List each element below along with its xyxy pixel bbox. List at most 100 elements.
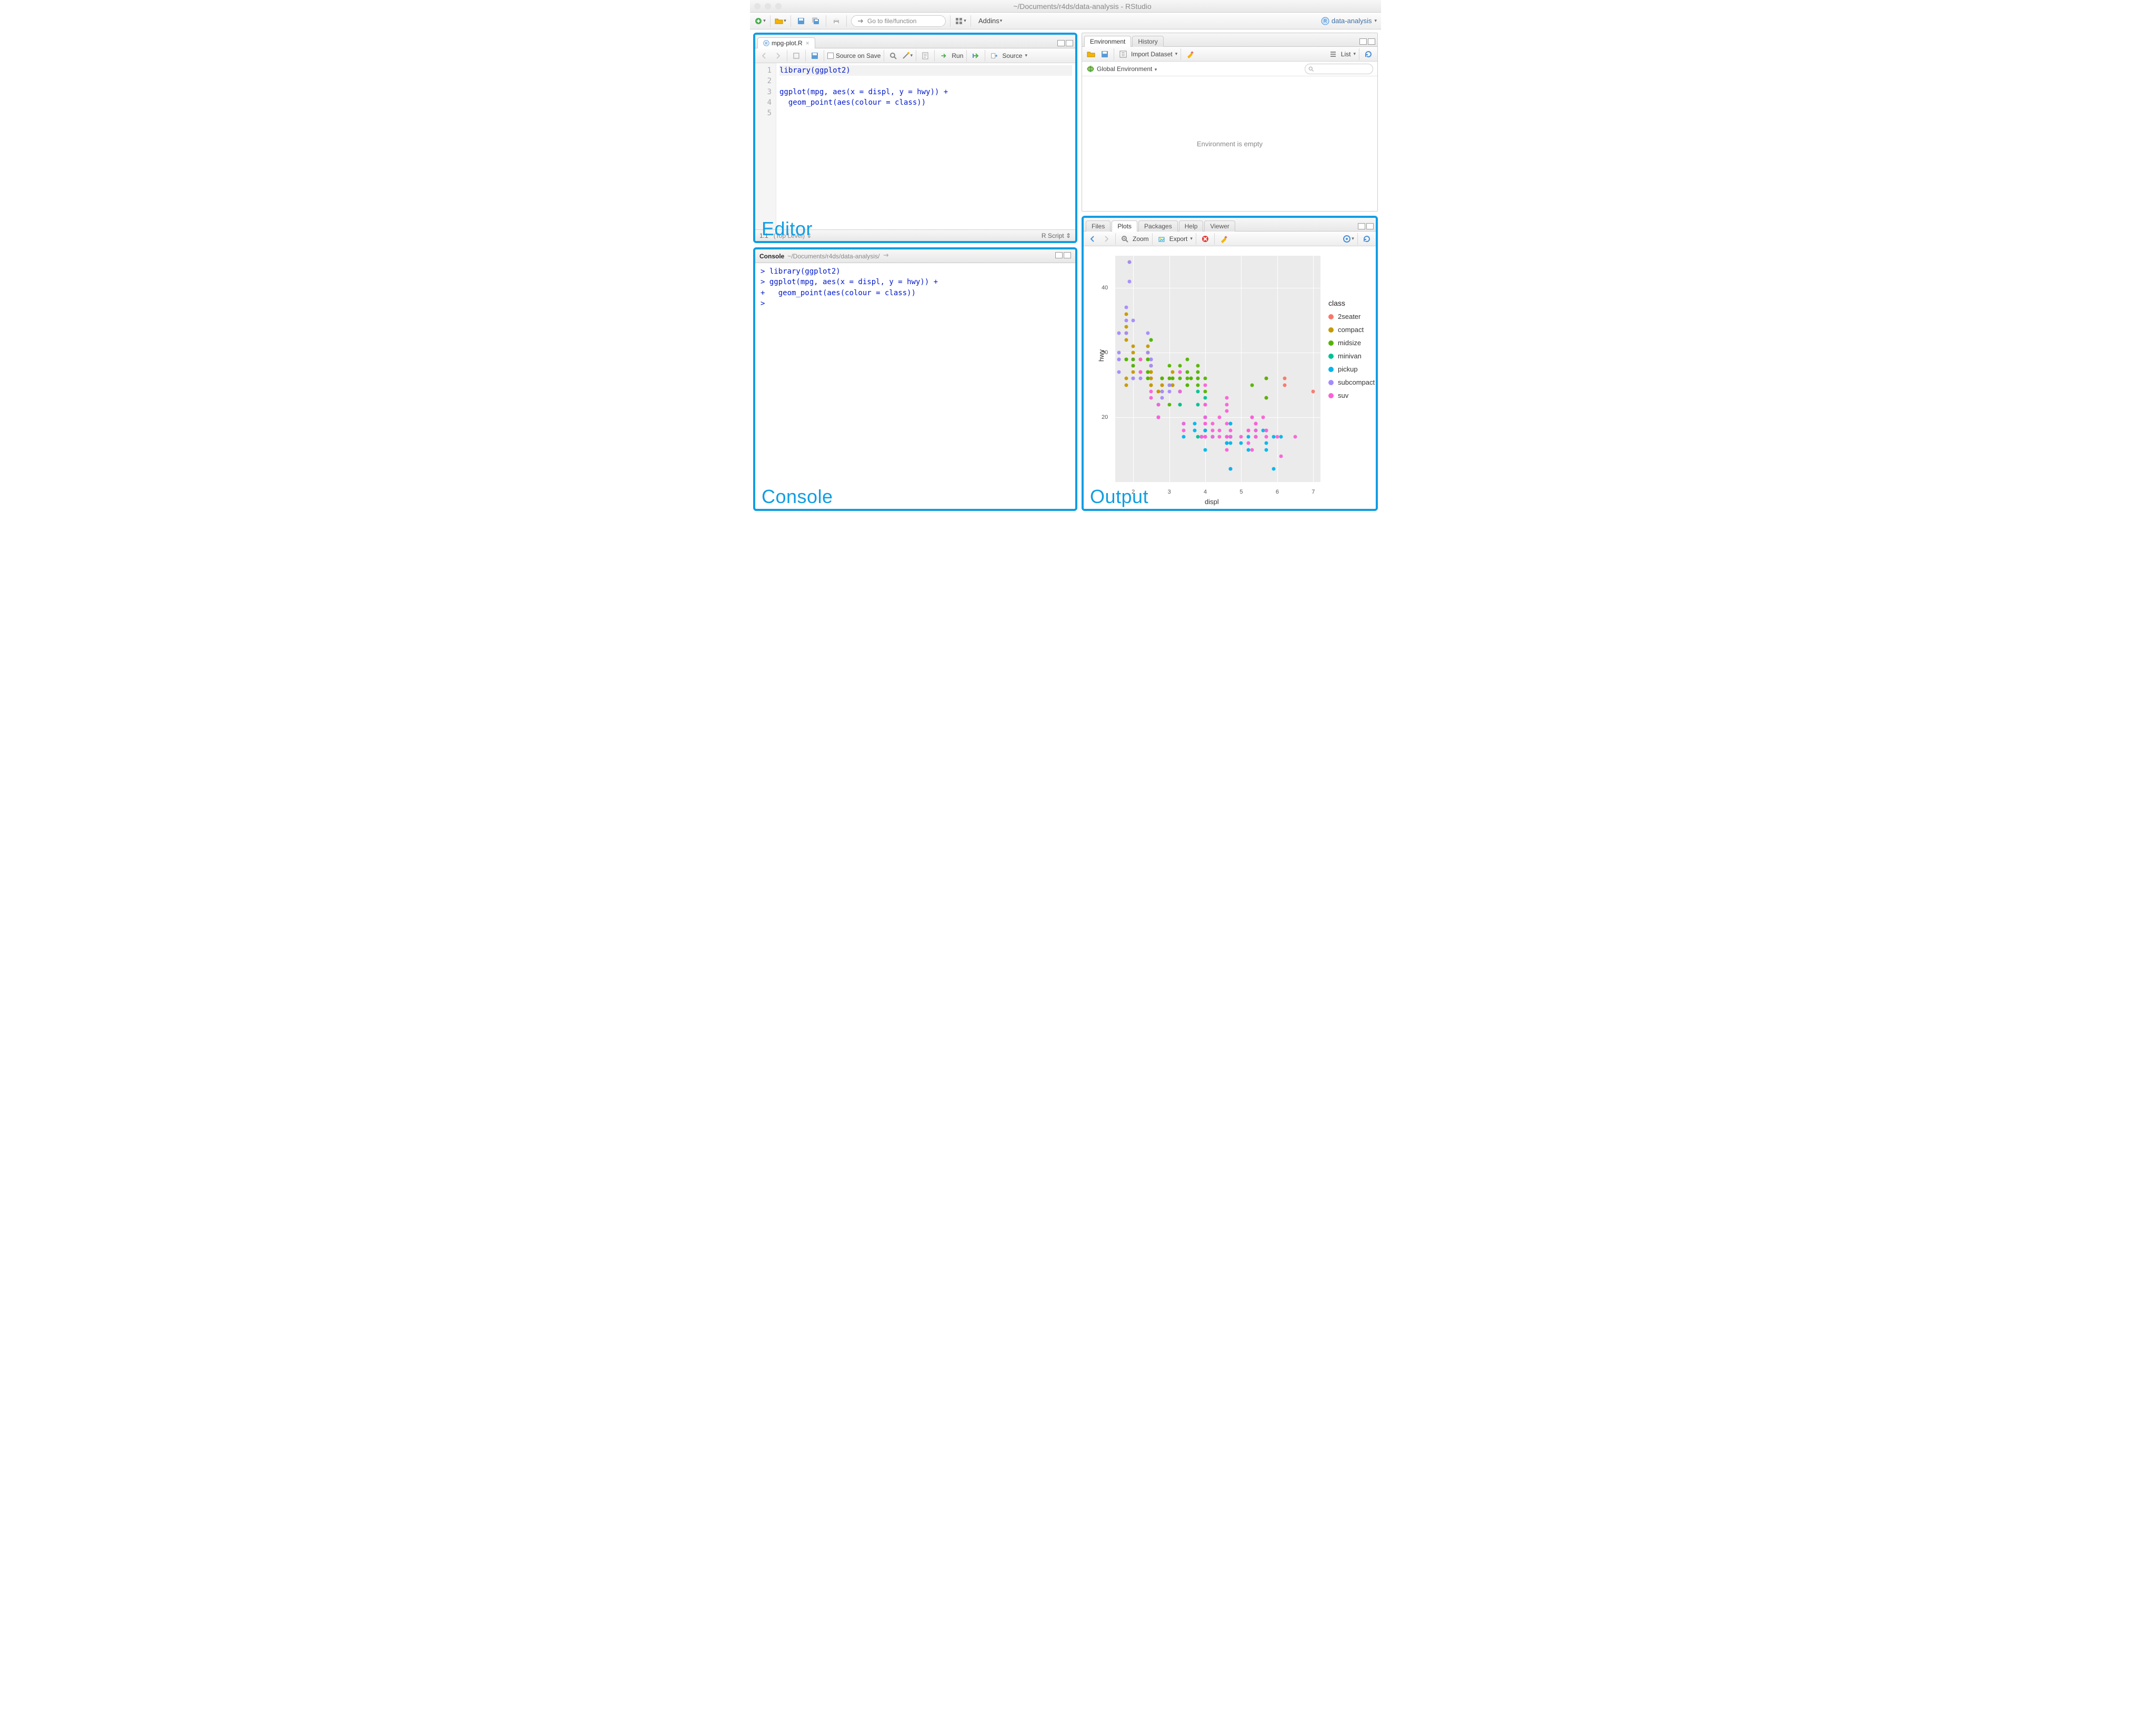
data-point (1225, 448, 1229, 451)
zoom-window-icon[interactable] (775, 3, 782, 9)
prev-plot-icon[interactable] (1087, 233, 1098, 245)
import-dataset-label[interactable]: Import Dataset (1131, 51, 1173, 58)
import-dataset-icon[interactable] (1117, 48, 1129, 60)
data-point (1228, 428, 1232, 432)
data-point (1196, 390, 1200, 394)
code-editor[interactable]: 12345 library(ggplot2) ggplot(mpg, aes(x… (755, 63, 1075, 229)
view-list-icon[interactable] (1327, 48, 1339, 60)
legend-color-swatch (1328, 354, 1334, 359)
next-plot-icon[interactable] (1100, 233, 1112, 245)
save-file-icon[interactable] (809, 50, 821, 62)
data-point (1182, 435, 1186, 439)
console-overlay-label: Console (762, 486, 833, 508)
data-point (1279, 435, 1283, 439)
minimize-plots-icon[interactable] (1358, 223, 1365, 229)
file-type-selector[interactable]: R Script ⇕ (1042, 232, 1071, 239)
code-content[interactable]: library(ggplot2) ggplot(mpg, aes(x = dis… (776, 63, 1075, 229)
data-point (1160, 396, 1164, 400)
run-label[interactable]: Run (952, 52, 963, 59)
tab-files[interactable]: Files (1086, 220, 1110, 232)
tab-viewer[interactable]: Viewer (1204, 220, 1235, 232)
data-point (1178, 377, 1182, 380)
data-point (1171, 377, 1175, 380)
data-point (1117, 351, 1120, 355)
save-all-icon[interactable] (810, 15, 822, 27)
data-point (1146, 351, 1149, 355)
tab-packages[interactable]: Packages (1138, 220, 1178, 232)
data-point (1128, 280, 1132, 284)
tab-help[interactable]: Help (1179, 220, 1204, 232)
clear-workspace-icon[interactable] (1184, 48, 1196, 60)
scope-selector[interactable]: Global Environment ▾ (1097, 65, 1157, 73)
clear-all-plots-icon[interactable] (1218, 233, 1229, 245)
back-icon[interactable] (758, 50, 770, 62)
save-workspace-icon[interactable] (1099, 48, 1110, 60)
rerun-icon[interactable] (970, 50, 982, 62)
data-point (1250, 448, 1254, 451)
data-point (1167, 364, 1171, 367)
wand-icon[interactable]: ▾ (901, 50, 913, 62)
forward-icon[interactable] (772, 50, 784, 62)
project-menu[interactable]: R data-analysis ▾ (1321, 17, 1377, 25)
maximize-plots-icon[interactable] (1366, 223, 1374, 229)
source-on-save-checkbox[interactable] (827, 53, 834, 59)
data-point (1160, 390, 1164, 394)
tab-history[interactable]: History (1132, 36, 1163, 47)
source-button[interactable] (988, 50, 1000, 62)
minimize-env-icon[interactable] (1359, 38, 1367, 45)
legend-color-swatch (1328, 380, 1334, 385)
data-point (1218, 435, 1222, 439)
maximize-env-icon[interactable] (1368, 38, 1375, 45)
data-point (1182, 428, 1186, 432)
plots-pane: Files Plots Packages Help Viewer Zoom (1082, 216, 1378, 511)
maximize-pane-icon[interactable] (1066, 40, 1073, 46)
show-in-new-window-icon[interactable] (791, 50, 802, 62)
run-button[interactable] (938, 50, 949, 62)
data-point (1157, 416, 1160, 419)
close-window-icon[interactable] (754, 3, 761, 9)
minimize-console-icon[interactable] (1055, 252, 1063, 258)
find-icon[interactable] (887, 50, 899, 62)
maximize-console-icon[interactable] (1064, 252, 1071, 258)
data-point (1149, 338, 1153, 342)
compile-report-icon[interactable] (919, 50, 931, 62)
load-workspace-icon[interactable] (1085, 48, 1097, 60)
export-icon[interactable] (1156, 233, 1167, 245)
editor-file-tab[interactable]: R mpg-plot.R × (757, 37, 815, 48)
refresh-plot-icon[interactable] (1361, 233, 1373, 245)
env-search-input[interactable] (1305, 64, 1373, 74)
close-tab-icon[interactable]: × (806, 39, 809, 47)
console-output[interactable]: > library(ggplot2) > ggplot(mpg, aes(x =… (755, 263, 1075, 509)
minimize-window-icon[interactable] (765, 3, 771, 9)
console-clear-icon[interactable] (883, 252, 890, 260)
goto-arrow-icon (857, 17, 865, 25)
tab-plots[interactable]: Plots (1112, 220, 1137, 232)
data-point (1254, 428, 1257, 432)
view-mode-label[interactable]: List (1341, 51, 1351, 58)
refresh-env-icon[interactable] (1363, 48, 1374, 60)
save-icon[interactable] (795, 15, 807, 27)
print-icon[interactable] (831, 15, 842, 27)
remove-plot-icon[interactable] (1199, 233, 1211, 245)
data-point (1204, 416, 1207, 419)
legend: class 2seatercompactmidsizeminivanpickup… (1328, 299, 1375, 405)
publish-plot-icon[interactable]: ▾ (1343, 233, 1354, 245)
data-point (1138, 357, 1142, 361)
data-point (1132, 377, 1135, 380)
open-file-icon[interactable]: ▾ (775, 15, 786, 27)
source-label[interactable]: Source (1002, 52, 1022, 59)
zoom-icon[interactable] (1119, 233, 1130, 245)
goto-placeholder: Go to file/function (867, 17, 916, 25)
new-file-icon[interactable]: ▾ (754, 15, 766, 27)
workspace-panes-icon[interactable]: ▾ (955, 15, 966, 27)
goto-file-input[interactable]: Go to file/function (851, 15, 946, 27)
data-point (1254, 422, 1257, 426)
zoom-label[interactable]: Zoom (1133, 235, 1149, 243)
minimize-pane-icon[interactable] (1057, 40, 1065, 46)
data-point (1265, 448, 1268, 451)
addins-menu[interactable]: Addins ▾ (975, 17, 1005, 25)
export-label[interactable]: Export (1169, 235, 1188, 243)
tab-environment[interactable]: Environment (1084, 36, 1131, 47)
plot-area (1115, 256, 1320, 482)
y-tick: 20 (1102, 414, 1108, 420)
